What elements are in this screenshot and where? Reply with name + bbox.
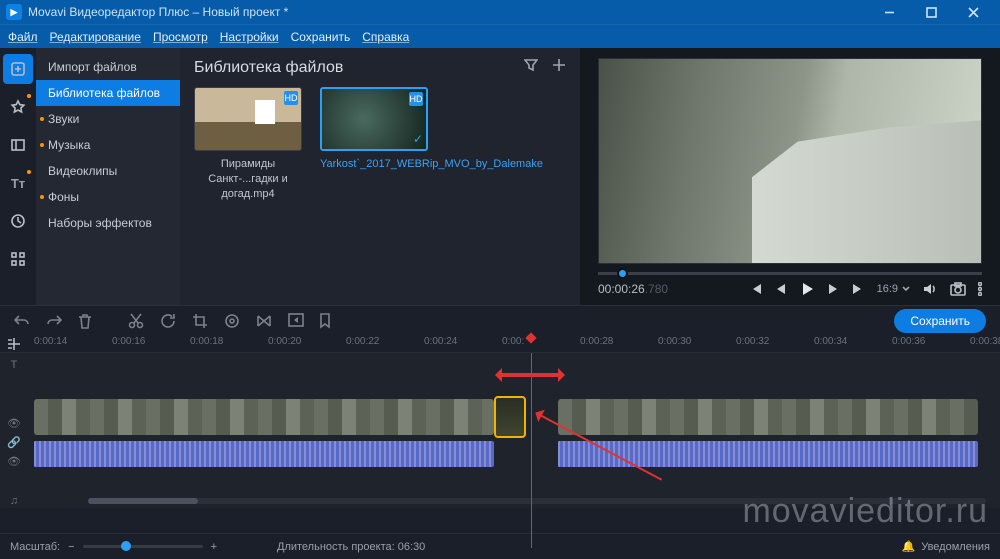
window-title: Movavi Видеоредактор Плюс – Новый проект… [28, 5, 868, 19]
video-clip-1[interactable] [34, 399, 494, 435]
library-item-1[interactable]: HD ✓ Yarkost`_2017_WEBRip_MVO_by_Dalemak… [320, 87, 428, 202]
menu-file[interactable]: Файл [8, 30, 38, 44]
timeline-toolbar: Сохранить [0, 305, 1000, 335]
zoom-label: Масштаб: [10, 541, 60, 553]
menu-settings[interactable]: Настройки [220, 30, 279, 44]
timeline-ruler[interactable]: 0:00:140:00:160:00:180:00:200:00:220:00:… [28, 335, 1000, 352]
timeline-scrollbar[interactable] [88, 498, 986, 504]
track-link-icon[interactable]: 🔗 [7, 435, 21, 450]
tool-stickers[interactable] [3, 206, 33, 236]
color-icon[interactable] [224, 313, 240, 329]
library-pane: Библиотека файлов HD Пирамиды Санкт-...г… [180, 48, 580, 305]
playhead-marker[interactable] [525, 332, 536, 343]
redo-icon[interactable] [46, 313, 62, 329]
zoom-out-icon[interactable]: − [68, 541, 74, 553]
video-clip-2[interactable] [558, 399, 978, 435]
check-icon: ✓ [413, 132, 423, 146]
track-audio-eye-icon[interactable]: 👁 [7, 454, 21, 469]
save-button[interactable]: Сохранить [894, 309, 986, 333]
menubar: Файл Редактирование Просмотр Настройки С… [0, 24, 1000, 48]
hd-badge: HD [409, 92, 423, 106]
menu-view[interactable]: Просмотр [153, 30, 208, 44]
insert-icon[interactable] [288, 313, 304, 329]
notifications-label[interactable]: Уведомления [921, 541, 990, 553]
titlebar: ▶ Movavi Видеоредактор Плюс – Новый прое… [0, 0, 1000, 24]
tool-titles[interactable]: Tᴛ [3, 168, 33, 198]
sidepanel-music[interactable]: Музыка [36, 132, 180, 158]
duration-value: 06:30 [398, 541, 426, 553]
timecode: 00:00:26.780 [598, 282, 668, 296]
left-toolstrip: Tᴛ [0, 48, 36, 305]
zoom-slider[interactable] [83, 545, 203, 548]
transition-clip[interactable] [494, 396, 526, 438]
sidepanel-import-files[interactable]: Импорт файлов [36, 54, 180, 80]
statusbar: Масштаб: − + Длительность проекта: 06:30… [0, 533, 1000, 559]
timeline-tracks: T 👁 🔗 👁 ♫ [0, 353, 1000, 508]
zoom-in-icon[interactable]: + [211, 541, 217, 553]
play-icon[interactable] [799, 281, 815, 297]
track-video-eye-icon[interactable]: 👁 [7, 416, 21, 431]
next-clip-icon[interactable] [851, 282, 865, 296]
sidepanel-sounds[interactable]: Звуки [36, 106, 180, 132]
cut-icon[interactable] [128, 313, 144, 329]
add-track-icon[interactable] [0, 335, 28, 352]
volume-icon[interactable] [922, 281, 938, 297]
tool-filters[interactable] [3, 92, 33, 122]
duration-label: Длительность проекта: [277, 541, 395, 553]
add-icon[interactable] [552, 58, 566, 77]
app-logo: ▶ [6, 4, 22, 20]
minimize-button[interactable] [868, 0, 910, 24]
tool-import[interactable] [3, 54, 33, 84]
menu-help[interactable]: Справка [362, 30, 409, 44]
preview-panel: ? 00:00:26.780 16:9 [580, 48, 1000, 305]
delete-icon[interactable] [78, 313, 92, 329]
sidepanel-videoclips[interactable]: Видеоклипы [36, 158, 180, 184]
sidepanel-effect-sets[interactable]: Наборы эффектов [36, 210, 180, 236]
audio-clip-2[interactable] [558, 441, 978, 467]
tool-transitions[interactable] [3, 130, 33, 160]
library-heading: Библиотека файлов [194, 59, 343, 77]
filter-icon[interactable] [524, 58, 538, 77]
more-icon[interactable] [978, 282, 982, 296]
menu-save[interactable]: Сохранить [291, 30, 351, 44]
close-button[interactable] [952, 0, 994, 24]
marker-icon[interactable] [320, 313, 332, 329]
sidepanel-file-library[interactable]: Библиотека файлов [36, 80, 180, 106]
prev-frame-icon[interactable] [775, 283, 787, 295]
preview-progress[interactable] [598, 272, 982, 275]
transition-icon[interactable] [256, 313, 272, 329]
tool-more[interactable] [3, 244, 33, 274]
undo-icon[interactable] [14, 313, 30, 329]
next-frame-icon[interactable] [827, 283, 839, 295]
side-panel: Импорт файлов Библиотека файлов Звуки Му… [36, 48, 180, 305]
aspect-ratio[interactable]: 16:9 [877, 283, 910, 295]
prev-clip-icon[interactable] [749, 282, 763, 296]
maximize-button[interactable] [910, 0, 952, 24]
sidepanel-backgrounds[interactable]: Фоны [36, 184, 180, 210]
bell-icon[interactable]: 🔔 [902, 540, 916, 553]
menu-edit[interactable]: Редактирование [50, 30, 141, 44]
hd-badge: HD [284, 91, 298, 105]
track-text-icon[interactable]: T [11, 357, 18, 372]
audio-clip-1[interactable] [34, 441, 494, 467]
snapshot-icon[interactable] [950, 282, 966, 296]
library-item-caption: Пирамиды Санкт-...гадки и догад.mp4 [194, 157, 302, 202]
rotate-icon[interactable] [160, 313, 176, 329]
crop-icon[interactable] [192, 313, 208, 329]
track-music-icon[interactable]: ♫ [10, 493, 18, 508]
library-item-0[interactable]: HD Пирамиды Санкт-...гадки и догад.mp4 [194, 87, 302, 202]
library-item-caption: Yarkost`_2017_WEBRip_MVO_by_Dalemake [320, 157, 428, 172]
preview-screen[interactable] [598, 58, 982, 264]
timeline-area[interactable] [28, 353, 1000, 508]
